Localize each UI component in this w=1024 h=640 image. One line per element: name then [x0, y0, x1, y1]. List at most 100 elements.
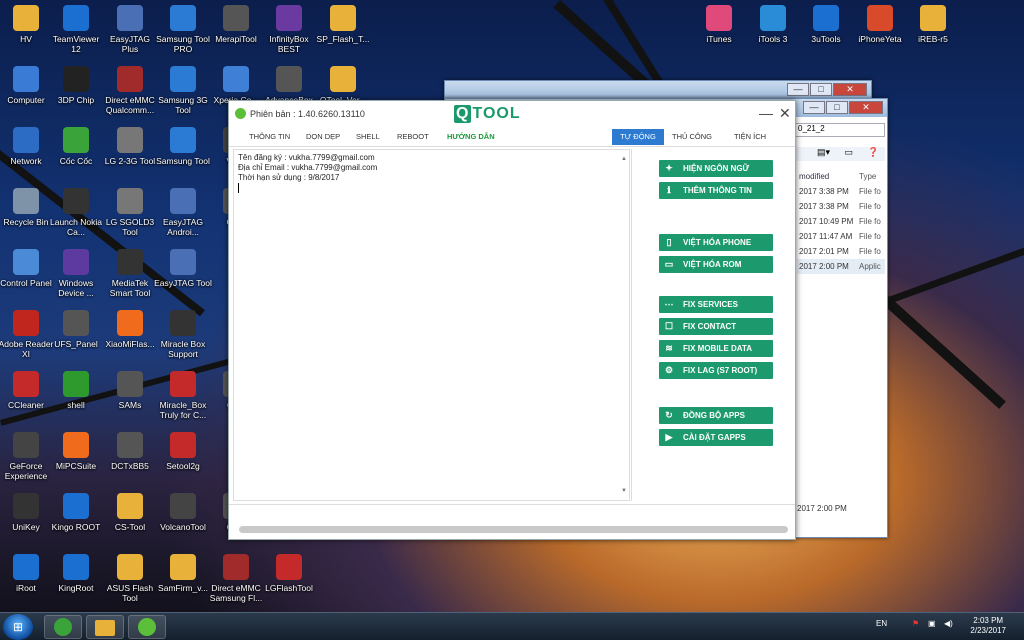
desktop-icon[interactable]: UFS_Panel	[47, 310, 105, 349]
desktop-icon[interactable]: Miracle Box Support	[154, 310, 212, 359]
desktop-icon[interactable]: iPhoneYeta	[851, 5, 909, 44]
action-button[interactable]: ✦ HIỆN NGÔN NGỮ	[659, 160, 773, 177]
close-icon[interactable]: ✕	[849, 101, 883, 114]
desktop-icon[interactable]: Kingo ROOT	[47, 493, 105, 532]
iroot-icon	[13, 554, 39, 580]
menu-item[interactable]: THÔNG TIN	[249, 132, 290, 141]
menu-item[interactable]: HƯỚNG DẪN	[447, 132, 495, 141]
desktop-icon[interactable]: VolcanoTool	[154, 493, 212, 532]
column-type[interactable]: Type	[859, 169, 876, 184]
scroll-down-icon[interactable]: ▼	[621, 486, 627, 496]
desktop-icon[interactable]: InfinityBox BEST	[260, 5, 318, 54]
language-indicator[interactable]: EN	[876, 619, 887, 628]
desktop-icon[interactable]: Cốc Cốc	[47, 127, 105, 166]
desktop-icon[interactable]: MiPCSuite	[47, 432, 105, 471]
window-caption[interactable]: — □ ✕	[445, 81, 871, 99]
minimize-button[interactable]: —	[759, 105, 773, 121]
address-bar[interactable]: 0_21_2	[795, 123, 885, 137]
action-button-label: FIX LAG (S7 ROOT)	[683, 366, 758, 375]
desktop-icon[interactable]: LG SGOLD3 Tool	[101, 188, 159, 237]
views-icon[interactable]: ▤▾	[817, 147, 830, 157]
action-button[interactable]: ℹ THÊM THÔNG TIN	[659, 182, 773, 199]
maximize-icon[interactable]: □	[810, 83, 832, 96]
desktop-icon[interactable]: DCTxBB5	[101, 432, 159, 471]
action-button[interactable]: ⚙ FIX LAG (S7 ROOT)	[659, 362, 773, 379]
log-panel[interactable]: Tên đăng ký : vukha.7799@gmail.com Địa ch…	[233, 149, 630, 501]
taskbar-coccoc-button[interactable]	[44, 615, 82, 639]
desktop-icon[interactable]: EasyJTAG Androi...	[154, 188, 212, 237]
desktop-icon[interactable]: Setool2g	[154, 432, 212, 471]
mode-tab[interactable]: THỦ CÔNG	[667, 129, 717, 145]
close-icon[interactable]: ✕	[833, 83, 867, 96]
file-row[interactable]: 2017 10:49 PM File fo	[797, 214, 885, 229]
desktop-icon[interactable]: Windows Device ...	[47, 249, 105, 298]
folder-icon	[330, 5, 356, 31]
desktop-icon[interactable]: XiaoMiFlas...	[101, 310, 159, 349]
desktop-icon[interactable]: SamFirm_v...	[154, 554, 212, 593]
action-button[interactable]: ⋯ FIX SERVICES	[659, 296, 773, 313]
qtool-window[interactable]: Phiên bản : 1.40.6260.13110 Q TOOL — ✕ TH…	[228, 100, 796, 540]
minimize-icon[interactable]: —	[803, 101, 825, 114]
menu-item[interactable]: SHELL	[356, 132, 380, 141]
file-row[interactable]: 2017 2:01 PM File fo	[797, 244, 885, 259]
help-icon[interactable]: ❓	[868, 147, 879, 157]
mode-tab[interactable]: TỰ ĐỘNG	[612, 129, 664, 145]
volume-icon[interactable]: ◀)	[944, 619, 953, 628]
desktop-icon[interactable]: TeamViewer 12	[47, 5, 105, 54]
desktop-icon[interactable]: Direct eMMC Samsung Fl...	[207, 554, 265, 603]
desktop-icon[interactable]: LGFlashTool	[260, 554, 318, 593]
file-row[interactable]: 2017 11:47 AM File fo	[797, 229, 885, 244]
clock[interactable]: 2:03 PM 2/23/2017	[970, 616, 1006, 636]
desktop-icon[interactable]: MediaTek Smart Tool	[101, 249, 159, 298]
desktop-icon[interactable]: ASUS Flash Tool	[101, 554, 159, 603]
action-center-icon[interactable]: ▣	[928, 619, 936, 628]
desktop-icon[interactable]: Direct eMMC Qualcomm...	[101, 66, 159, 115]
file-row[interactable]: 2017 2:00 PM Applic	[797, 259, 885, 274]
desktop-icon[interactable]: Miracle_Box Truly for C...	[154, 371, 212, 420]
action-button[interactable]: ▯ VIỆT HÓA PHONE	[659, 234, 773, 251]
maximize-icon[interactable]: □	[826, 101, 848, 114]
file-modified: 2017 2:01 PM	[799, 247, 849, 256]
network-status-icon[interactable]: ⚑	[912, 619, 919, 628]
desktop-icon[interactable]: EasyJTAG Tool	[154, 249, 212, 288]
desktop-icon[interactable]: iREB-r5	[904, 5, 962, 44]
action-button[interactable]: ↻ ĐỒNG BỘ APPS	[659, 407, 773, 424]
desktop-icon[interactable]: LG 2-3G Tool	[101, 127, 159, 166]
desktop-icon[interactable]: iTunes	[690, 5, 748, 44]
desktop-icon[interactable]: 3DP Chip	[47, 66, 105, 105]
qtool-titlebar[interactable]: Phiên bản : 1.40.6260.13110 Q TOOL — ✕	[229, 101, 795, 127]
desktop-icon[interactable]: iTools 3	[744, 5, 802, 44]
desktop-icon[interactable]: Samsung Tool PRO	[154, 5, 212, 54]
action-button[interactable]: ≋ FIX MOBILE DATA	[659, 340, 773, 357]
desktop-icon[interactable]: Samsung 3G Tool	[154, 66, 212, 115]
desktop-icon[interactable]: CS-Tool	[101, 493, 159, 532]
desktop-icon[interactable]: MerapiTool	[207, 5, 265, 44]
desktop-icon[interactable]: Launch Nokia Ca...	[47, 188, 105, 237]
file-row[interactable]: 2017 3:38 PM File fo	[797, 184, 885, 199]
mediatek-icon	[117, 249, 143, 275]
action-button[interactable]: ▶ CÀI ĐẶT GAPPS	[659, 429, 773, 446]
desktop-icon[interactable]: shell	[47, 371, 105, 410]
ccleaner-icon	[13, 371, 39, 397]
mode-tab[interactable]: TIỆN ÍCH	[724, 129, 776, 145]
desktop-icon[interactable]: 3uTools	[797, 5, 855, 44]
action-button[interactable]: ☐ FIX CONTACT	[659, 318, 773, 335]
action-button[interactable]: ▭ VIỆT HÓA ROM	[659, 256, 773, 273]
close-button[interactable]: ✕	[779, 105, 791, 122]
taskbar-qtool-button[interactable]	[128, 615, 166, 639]
desktop-icon[interactable]: KingRoot	[47, 554, 105, 593]
desktop-icon[interactable]: SP_Flash_T...	[314, 5, 372, 44]
start-button[interactable]: ⊞	[3, 614, 33, 640]
action-button-label: FIX MOBILE DATA	[683, 344, 753, 353]
file-row[interactable]: 2017 3:38 PM File fo	[797, 199, 885, 214]
taskbar-explorer-button[interactable]	[86, 615, 124, 639]
desktop-icon[interactable]: EasyJTAG Plus	[101, 5, 159, 54]
column-modified[interactable]: modified	[797, 169, 859, 184]
preview-icon[interactable]: ▭	[845, 147, 854, 157]
menu-item[interactable]: DỌN DẸP	[306, 132, 340, 141]
menu-item[interactable]: REBOOT	[397, 132, 429, 141]
minimize-icon[interactable]: —	[787, 83, 809, 96]
desktop-icon[interactable]: Samsung Tool	[154, 127, 212, 166]
scroll-up-icon[interactable]: ▲	[621, 154, 627, 164]
desktop-icon[interactable]: SAMs	[101, 371, 159, 410]
